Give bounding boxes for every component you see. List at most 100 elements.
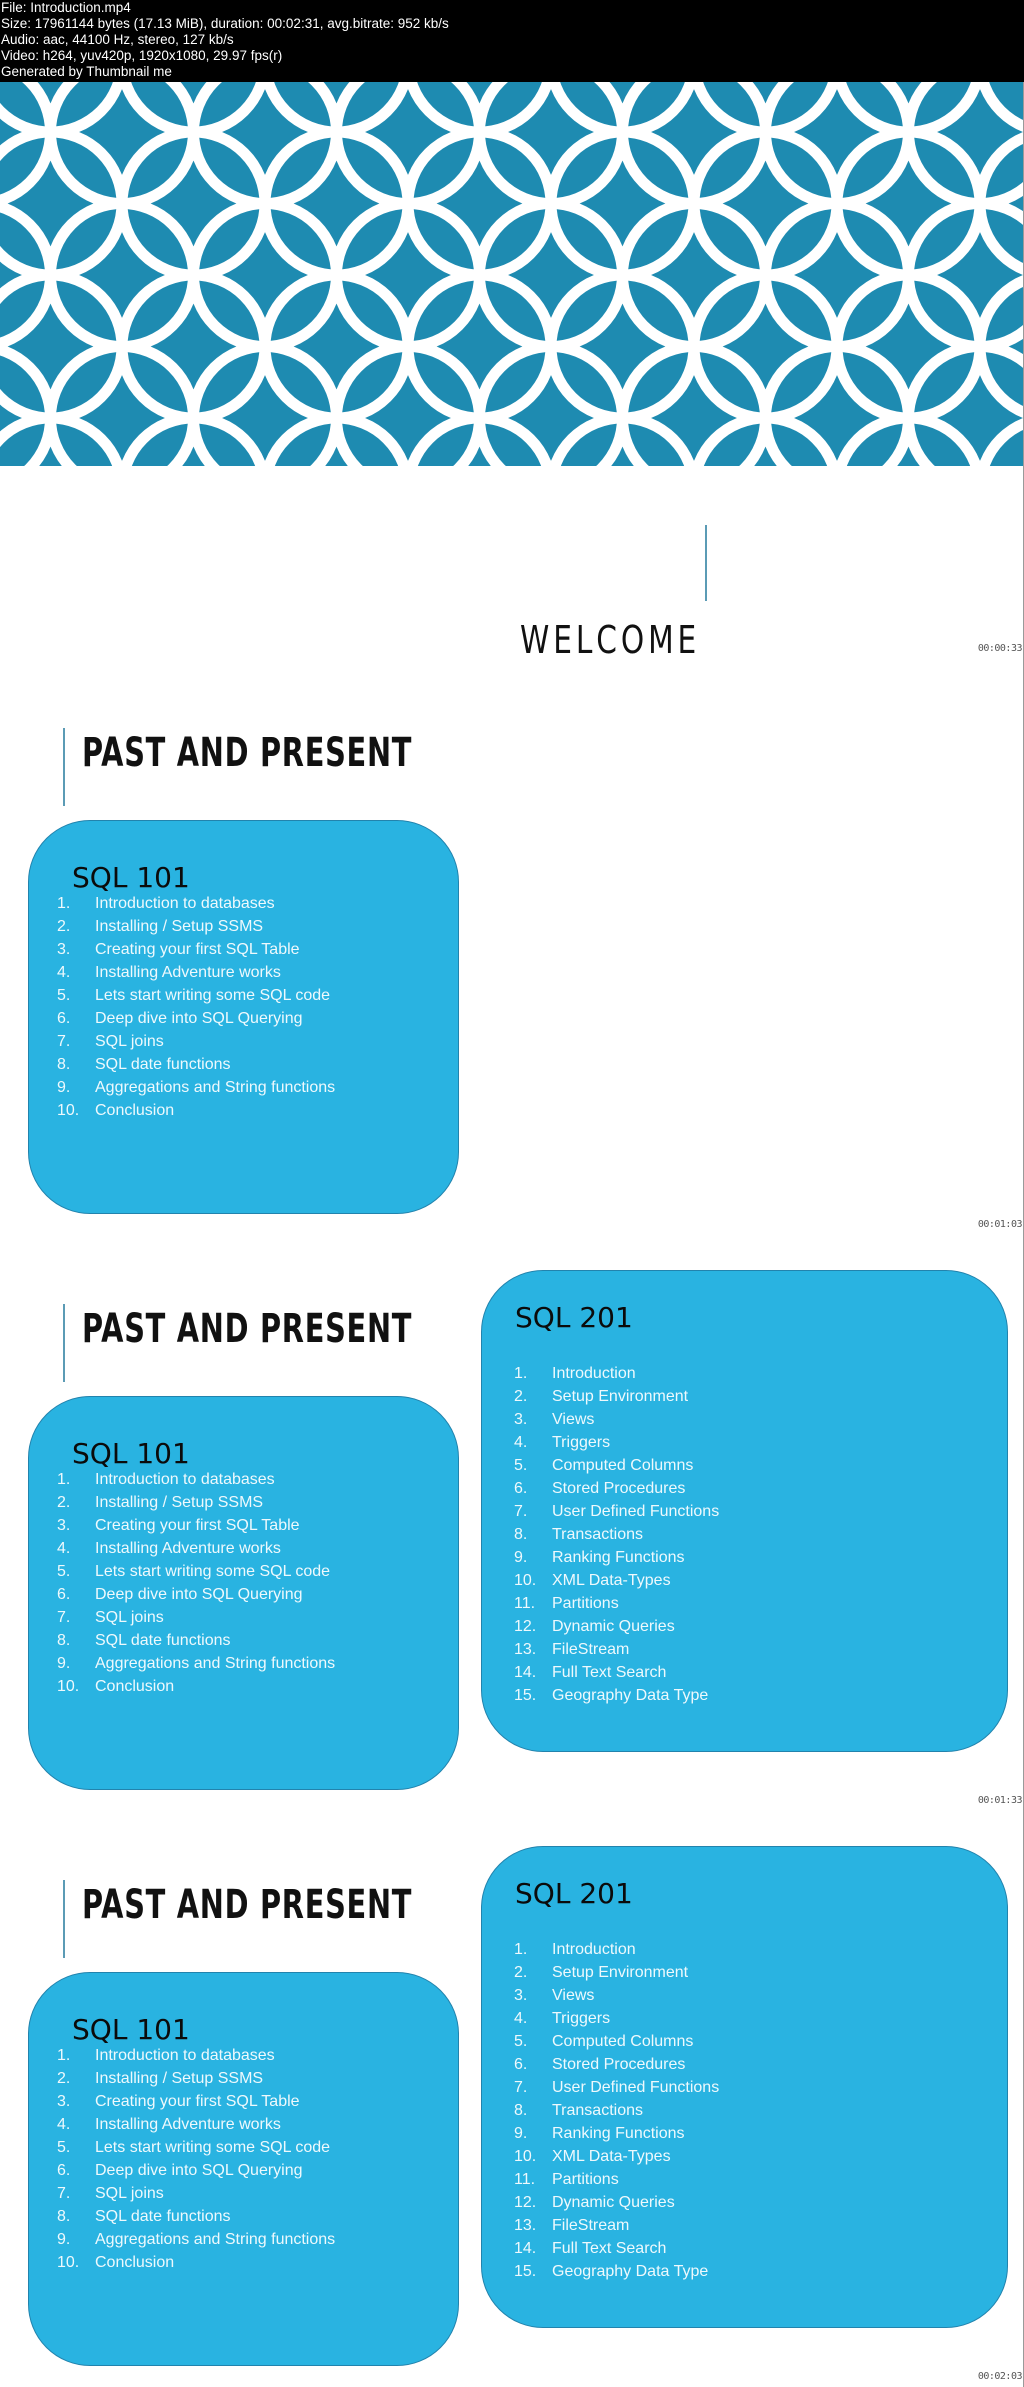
item-number: 10.: [514, 1572, 537, 1589]
item-label: Installing Adventure works: [95, 1540, 281, 1557]
item-label: Views: [552, 1411, 595, 1428]
item-number: 1.: [514, 1365, 528, 1382]
item-number: 1.: [57, 1471, 71, 1488]
item-label: FileStream: [552, 2217, 630, 2234]
item-number: 1.: [57, 2047, 71, 2064]
course-box-sql-201: SQL 201 1. Introduction 2. Setup Environment…: [481, 1270, 1008, 1752]
item-number: 12.: [514, 1618, 537, 1635]
file-size: Size: 17961144 bytes (17.13 MiB), durati…: [1, 16, 449, 31]
item-number: 7.: [514, 1503, 528, 1520]
item-number: 5.: [57, 2139, 71, 2156]
item-label: Deep dive into SQL Querying: [95, 2162, 303, 2179]
item-label: Deep dive into SQL Querying: [95, 1010, 303, 1027]
item-label: Installing Adventure works: [95, 964, 281, 981]
item-label: Transactions: [552, 1526, 643, 1543]
item-number: 10.: [57, 2254, 80, 2271]
accent-line: [705, 525, 707, 601]
item-number: 11.: [514, 2171, 536, 2188]
item-number: 9.: [57, 1079, 71, 1096]
course-box-sql-101: SQL 101 1. Introduction to databases 2. Inst…: [28, 1972, 459, 2366]
item-label: Aggregations and String functions: [95, 2231, 336, 2248]
item-number: 6.: [57, 1586, 71, 1603]
item-number: 9.: [514, 1549, 528, 1566]
item-label: Introduction to databases: [95, 895, 275, 912]
item-number: 3.: [57, 1517, 71, 1534]
item-number: 15.: [514, 2263, 537, 2280]
item-number: 4.: [514, 1434, 528, 1451]
item-label: Triggers: [552, 2010, 611, 2027]
timestamp: 00:00:33: [977, 643, 1023, 654]
item-number: 3.: [514, 1411, 528, 1428]
item-label: Aggregations and String functions: [95, 1079, 336, 1096]
item-label: Computed Columns: [552, 2033, 694, 2050]
item-number: 5.: [514, 2033, 528, 2050]
item-label: Full Text Search: [552, 2240, 667, 2257]
slide-frame: WELCOME 00:00:33: [0, 82, 1024, 658]
item-number: 4.: [514, 2010, 528, 2027]
item-label: Introduction: [552, 1941, 636, 1958]
course-box-sql-101: SQL 101 1. Introduction to databases 2. Inst…: [28, 820, 459, 1214]
item-number: 4.: [57, 2116, 71, 2133]
timestamp: 00:01:33: [977, 1795, 1023, 1806]
item-label: Deep dive into SQL Querying: [95, 1586, 303, 1603]
item-label: Ranking Functions: [552, 1549, 685, 1566]
item-number: 2.: [57, 1494, 71, 1511]
item-number: 1.: [57, 895, 71, 912]
circle-pattern-banner: [0, 82, 1024, 466]
item-label: Lets start writing some SQL code: [95, 2139, 331, 2156]
item-number: 3.: [57, 941, 71, 958]
item-label: Creating your first SQL Table: [95, 2093, 300, 2110]
slide-title: PAST AND PRESENT: [82, 1882, 413, 1928]
item-label: SQL date functions: [95, 1056, 231, 1073]
item-label: SQL joins: [95, 1033, 164, 1050]
item-label: Partitions: [552, 2171, 619, 2188]
item-number: 7.: [57, 1609, 71, 1626]
item-number: 8.: [57, 1056, 71, 1073]
item-number: 6.: [514, 2056, 528, 2073]
item-number: 14.: [514, 1664, 537, 1681]
slide-title: WELCOME: [520, 618, 701, 658]
item-number: 1.: [514, 1941, 528, 1958]
item-number: 10.: [57, 1102, 80, 1119]
item-number: 8.: [514, 2102, 528, 2119]
item-label: Creating your first SQL Table: [95, 1517, 300, 1534]
item-label: Partitions: [552, 1595, 619, 1612]
item-number: 2.: [514, 1388, 528, 1405]
item-number: 13.: [514, 2217, 537, 2234]
generator-info: Generated by Thumbnail me: [1, 64, 172, 79]
audio-info: Audio: aac, 44100 Hz, stereo, 127 kb/s: [1, 32, 234, 47]
course-box-sql-201: SQL 201 1. Introduction 2. Setup Environment…: [481, 1846, 1008, 2328]
accent-line: [63, 1880, 65, 1958]
item-number: 15.: [514, 1687, 537, 1704]
item-number: 6.: [57, 1010, 71, 1027]
slide-title: PAST AND PRESENT: [82, 730, 413, 776]
item-label: SQL joins: [95, 1609, 164, 1626]
item-label: Creating your first SQL Table: [95, 941, 300, 958]
item-label: Views: [552, 1987, 595, 2004]
item-label: Full Text Search: [552, 1664, 667, 1681]
video-info-header: File: Introduction.mp4 Size: 17961144 by…: [0, 0, 1024, 82]
item-number: 9.: [57, 1655, 71, 1672]
item-label: XML Data-Types: [552, 2148, 671, 2165]
item-label: Ranking Functions: [552, 2125, 685, 2142]
course-heading: SQL 101: [72, 2013, 190, 2046]
item-label: Stored Procedures: [552, 1480, 686, 1497]
item-number: 3.: [57, 2093, 71, 2110]
item-label: Installing / Setup SSMS: [95, 1494, 264, 1511]
item-label: User Defined Functions: [552, 2079, 720, 2096]
item-number: 5.: [514, 1457, 528, 1474]
item-label: Dynamic Queries: [552, 2194, 675, 2211]
item-label: Installing Adventure works: [95, 2116, 281, 2133]
item-label: FileStream: [552, 1641, 630, 1658]
course-heading: SQL 201: [515, 1301, 633, 1334]
slide-frame: PAST AND PRESENT SQL 101 1. Introduction to…: [0, 1810, 1024, 2386]
item-number: 5.: [57, 987, 71, 1004]
item-label: Introduction to databases: [95, 1471, 275, 1488]
item-label: Introduction: [552, 1365, 636, 1382]
item-label: SQL joins: [95, 2185, 164, 2202]
item-number: 2.: [57, 2070, 71, 2087]
item-number: 12.: [514, 2194, 537, 2211]
item-label: XML Data-Types: [552, 1572, 671, 1589]
item-number: 2.: [57, 918, 71, 935]
item-label: User Defined Functions: [552, 1503, 720, 1520]
